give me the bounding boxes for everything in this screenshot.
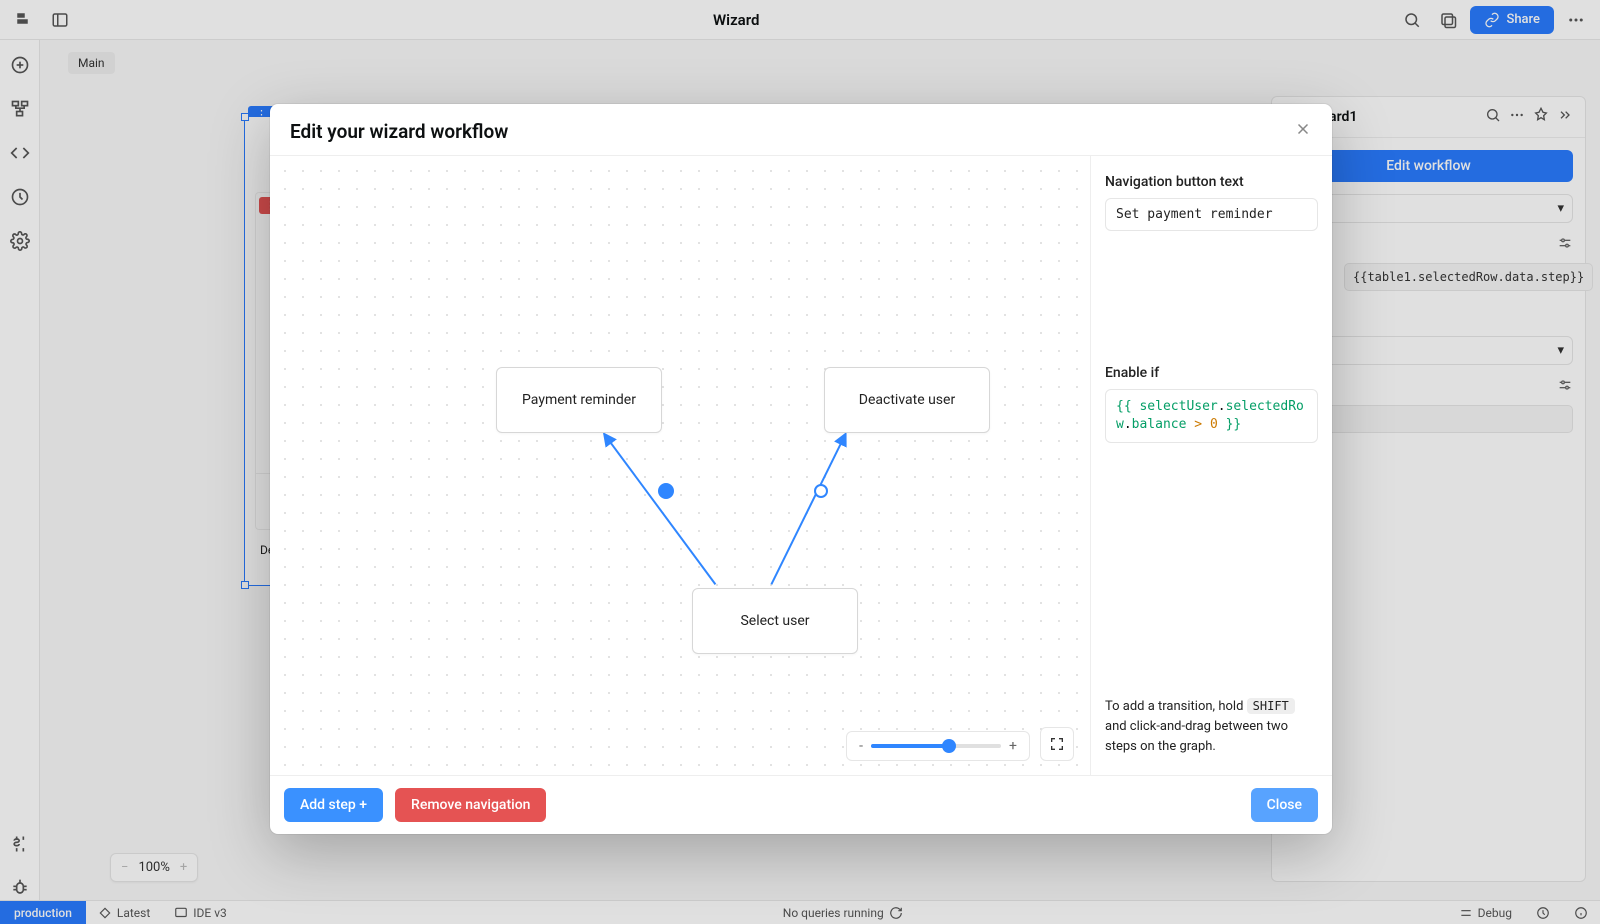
transition-hint: To add a transition, hold SHIFT and clic… [1105, 697, 1318, 757]
inspector-search-icon[interactable] [1485, 107, 1501, 127]
history-icon[interactable] [10, 187, 30, 211]
tree-icon[interactable] [10, 99, 30, 123]
graph-zoom-slider[interactable] [871, 744, 1001, 748]
zoom-value: 100% [138, 860, 169, 875]
node-payment-reminder[interactable]: Payment reminder [496, 367, 662, 433]
graph-zoom[interactable]: - + [846, 731, 1030, 761]
inspector-more-icon[interactable] [1509, 107, 1525, 127]
zoom-out-icon[interactable]: − [121, 860, 128, 875]
current-step-code[interactable]: {{table1.selectedRow.data.step}} [1344, 263, 1593, 291]
nav-text-label: Navigation button text [1105, 174, 1318, 190]
state-icon[interactable] [10, 834, 30, 858]
share-button[interactable]: Share [1470, 6, 1554, 34]
code-icon[interactable] [10, 143, 30, 167]
ide-version[interactable]: IDE v3 [162, 906, 239, 920]
more-icon[interactable] [1562, 6, 1590, 34]
workflow-graph[interactable]: Payment reminder Deactivate user Select … [270, 156, 1091, 775]
settings-icon[interactable] [10, 231, 30, 255]
remove-navigation-button[interactable]: Remove navigation [395, 788, 546, 822]
enable-if-label: Enable if [1105, 365, 1318, 381]
clock-icon[interactable] [1524, 906, 1562, 920]
zoom-in-icon[interactable]: + [180, 860, 187, 875]
add-step-button[interactable]: Add step + [284, 788, 383, 822]
left-rail [0, 40, 40, 902]
search-icon[interactable] [1398, 6, 1426, 34]
close-button[interactable]: Close [1251, 788, 1318, 822]
collapse-icon[interactable] [1557, 107, 1573, 127]
pin-icon[interactable] [1533, 107, 1549, 127]
top-toolbar: Wizard Share [0, 0, 1600, 40]
preview-icon[interactable] [1434, 6, 1462, 34]
share-label: Share [1506, 12, 1540, 27]
info-icon[interactable] [1562, 906, 1600, 920]
env-chip[interactable]: production [0, 901, 86, 924]
debug-toggle[interactable]: Debug [1447, 906, 1524, 920]
workflow-modal: Edit your wizard workflow Payment remind… [270, 104, 1332, 834]
modal-title: Edit your wizard workflow [290, 120, 508, 143]
properties-pane: Navigation button text Set payment remin… [1091, 156, 1332, 775]
node-select-user[interactable]: Select user [692, 588, 858, 654]
graph-zoom-out-icon[interactable]: - [859, 738, 863, 754]
edge-handle-hollow[interactable] [814, 484, 828, 498]
app-title: Wizard [74, 11, 1398, 29]
graph-zoom-in-icon[interactable]: + [1009, 738, 1017, 754]
panel-toggle-icon[interactable] [46, 6, 74, 34]
edge-handle-filled[interactable] [658, 483, 674, 499]
fullscreen-button[interactable] [1040, 727, 1074, 761]
canvas-zoom[interactable]: − 100% + [110, 853, 198, 882]
debug-bug-icon[interactable] [10, 878, 30, 902]
enable-if-input[interactable]: {{ selectUser.selectedRow.balance > 0 }} [1105, 389, 1318, 443]
release-chip[interactable]: Latest [86, 906, 162, 920]
queries-status[interactable]: No queries running [771, 906, 915, 920]
logo-icon[interactable] [10, 6, 38, 34]
status-bar: production Latest IDE v3 No queries runn… [0, 900, 1600, 924]
close-icon[interactable] [1294, 120, 1312, 143]
tab-main[interactable]: Main [68, 52, 115, 74]
nav-text-input[interactable]: Set payment reminder [1105, 198, 1318, 231]
add-icon[interactable] [10, 55, 30, 79]
node-deactivate-user[interactable]: Deactivate user [824, 367, 990, 433]
